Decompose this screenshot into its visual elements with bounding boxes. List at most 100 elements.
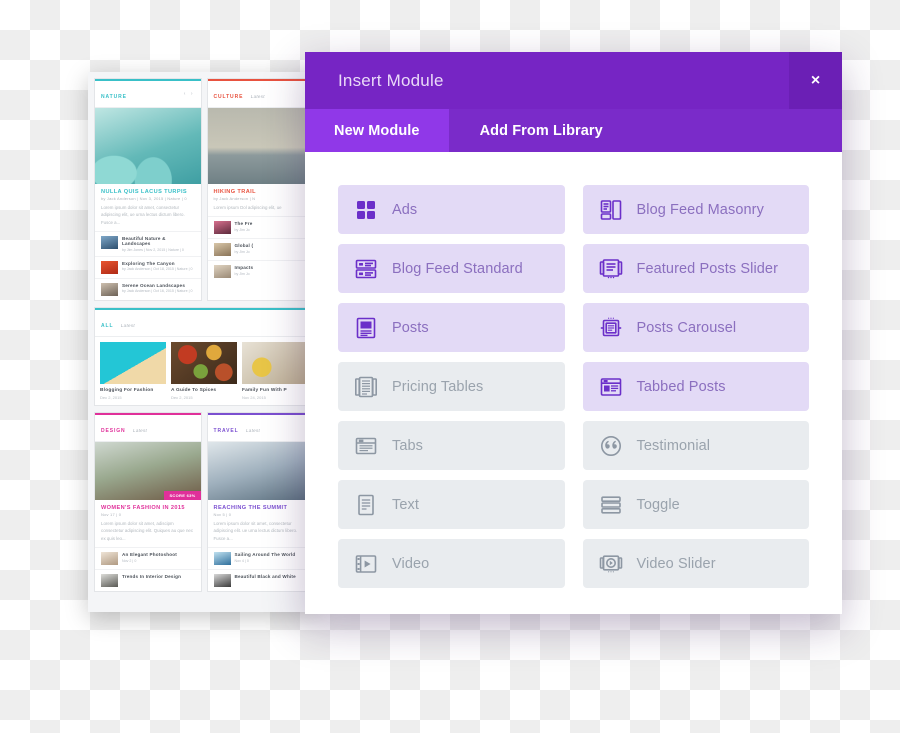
module-tile-posts[interactable]: Posts — [338, 303, 565, 352]
list-item-title: Global ( — [234, 243, 254, 249]
grid-card[interactable]: A Guide To Spices Dec 2, 2015 — [171, 341, 237, 400]
category-name: ALL — [101, 322, 114, 329]
grid-card[interactable]: Blogging For Fashion Dec 2, 2015 — [100, 341, 166, 400]
post-excerpt: Lorem ipsum dolor sit amet, consectetur … — [213, 520, 298, 541]
featured-image — [95, 108, 201, 184]
list-item-title: Impacts — [234, 265, 254, 271]
blog-card-nature: NATURE ‹ › NULLA QUIS LACUS TURPIS by Ja… — [94, 78, 202, 301]
category-header: ALL Latest — [95, 310, 313, 337]
category-sub: Latest — [133, 427, 148, 433]
list-item[interactable]: An Elegant Photoshoot Nov 2 | 0 — [95, 547, 201, 569]
category-name: DESIGN — [101, 427, 126, 434]
module-tile-label: Video Slider — [636, 555, 716, 572]
list-item-meta: by Jim Jo — [234, 271, 250, 276]
modal-header: Insert Module × — [305, 52, 842, 109]
stacked-bars-icon — [599, 493, 623, 517]
post-title[interactable]: REACHING THE SUMMIT — [208, 500, 314, 512]
thumbnail — [213, 221, 231, 235]
category-name: NATURE — [101, 94, 127, 100]
quote-circle-icon — [599, 434, 623, 458]
post-excerpt: Lorem ipsum dolor sit amet, adiscipm con… — [101, 520, 194, 541]
module-tile-label: Posts — [392, 319, 429, 336]
carousel-document-icon — [599, 316, 623, 340]
list-item[interactable]: Exploring The Canyon by Jack Anderson | … — [95, 255, 201, 278]
list-item[interactable]: Impacts by Jim Jo — [207, 260, 313, 282]
module-tile-video[interactable]: Video — [338, 539, 565, 588]
blog-card-design: DESIGN Latest SCORE 63% WOMEN'S FASHION … — [94, 411, 202, 593]
list-item-title: Exploring The Canyon — [122, 260, 175, 266]
grid-card[interactable]: Family Fun With P Nov 24, 2015 — [242, 341, 308, 400]
blog-card-all: ALL Latest Blogging For Fashion Dec 2, 2… — [94, 306, 314, 406]
close-icon[interactable]: × — [789, 52, 842, 109]
module-tile-text[interactable]: Text — [338, 480, 565, 529]
thumbnail — [213, 574, 231, 588]
post-meta: by Jack Anderson | Nov 3, 2015 | Nature … — [101, 196, 187, 201]
page-title: Insert Module — [338, 70, 444, 90]
list-item[interactable]: Beautiful Black and White — [207, 569, 313, 591]
module-tile-label: Blog Feed Standard — [392, 260, 523, 277]
list-item[interactable]: Trends In Interior Design — [95, 569, 201, 591]
post-excerpt: Lorem ipsum Dol adipiscing elit, ue — [213, 205, 282, 210]
module-tile-label: Video — [392, 555, 430, 572]
module-tile-posts-carousel[interactable]: Posts Carousel — [582, 303, 809, 352]
post-excerpt: Lorem ipsum dolor sit amet, consectetur … — [101, 205, 185, 225]
module-tile-label: Posts Carousel — [636, 319, 737, 336]
thumbnail — [101, 260, 118, 274]
category-sub: Latest — [245, 427, 261, 433]
list-item[interactable]: Beautiful Nature & Landscapes by Jim Jon… — [95, 231, 201, 256]
module-tile-tabs[interactable]: Tabs — [338, 421, 565, 470]
thumbnail — [101, 552, 118, 566]
thumbnail — [101, 282, 118, 296]
module-tile-label: Text — [392, 496, 419, 513]
list-rows-icon — [354, 257, 378, 281]
thumbnail — [100, 341, 166, 384]
list-item-meta: by Jim Jo — [234, 227, 250, 232]
module-tile-featured-posts-slider[interactable]: Featured Posts Slider — [582, 244, 809, 293]
category-sub: Latest — [250, 94, 265, 99]
post-title[interactable]: WOMEN'S FASHION IN 2015 — [95, 500, 201, 512]
module-tile-label: Blog Feed Masonry — [636, 201, 764, 218]
list-item[interactable]: Global ( by Jim Jo — [207, 238, 313, 260]
blog-card-travel: TRAVEL Latest REACHING THE SUMMIT Nov 5 … — [206, 411, 314, 593]
module-tile-toggle[interactable]: Toggle — [582, 480, 809, 529]
tabs-panel-icon — [354, 434, 378, 458]
list-item[interactable]: Serene Ocean Landscapes by Jack Anderson… — [95, 277, 201, 300]
module-tile-pricing-tables[interactable]: Pricing Tables — [338, 362, 565, 411]
grid-card-title: A Guide To Spices — [171, 387, 217, 393]
module-tile-label: Ads — [392, 201, 418, 218]
list-item-meta: by Jim Jo — [234, 249, 250, 254]
blog-row-featured: NATURE ‹ › NULLA QUIS LACUS TURPIS by Ja… — [94, 78, 314, 301]
post-title[interactable]: NULLA QUIS LACUS TURPIS — [95, 184, 201, 196]
list-item-meta: by Jack Anderson | Oct 18, 2015 | Nature… — [122, 267, 193, 272]
list-item-title: Beautiful Black and White — [234, 574, 296, 580]
list-item-title: The Fre — [234, 221, 253, 227]
document-block-icon — [354, 316, 378, 340]
module-tile-label: Tabs — [392, 437, 424, 454]
thumbnail — [213, 552, 231, 566]
tab-new-module[interactable]: New Module — [305, 109, 449, 152]
module-list: Ads Blog Feed Masonry Blog Feed Standard Fe… — [305, 152, 842, 614]
module-tile-testimonial[interactable]: Testimonial — [582, 421, 809, 470]
post-title[interactable]: HIKING TRAIL — [208, 184, 314, 196]
thumbnail — [171, 341, 237, 384]
thumbnail — [213, 243, 231, 257]
list-item-title: Sailing Around The World — [234, 552, 296, 558]
category-header: TRAVEL Latest — [207, 415, 313, 442]
thumbnail — [101, 236, 118, 250]
list-item[interactable]: Sailing Around The World Nov 4 | 0 — [207, 547, 313, 569]
module-tile-label: Testimonial — [636, 437, 711, 454]
tab-add-from-library[interactable]: Add From Library — [449, 109, 623, 152]
list-item-meta: by Jim Jones | Nov 2, 2015 | Nature | 0 — [122, 247, 184, 252]
module-tile-blog-feed-standard[interactable]: Blog Feed Standard — [338, 244, 565, 293]
module-tile-tabbed-posts[interactable]: Tabbed Posts — [582, 362, 809, 411]
module-tile-video-slider[interactable]: Video Slider — [582, 539, 809, 588]
pricing-columns-icon — [354, 375, 378, 399]
module-tile-label: Tabbed Posts — [636, 378, 726, 395]
carousel-arrows-icon[interactable]: ‹ › — [184, 91, 195, 97]
category-header: CULTURE Latest — [207, 81, 313, 108]
category-name: TRAVEL — [213, 427, 239, 434]
list-item[interactable]: The Fre by Jim Jo — [207, 216, 313, 238]
module-tile-blog-feed-masonry[interactable]: Blog Feed Masonry — [582, 185, 809, 234]
module-tile-label: Featured Posts Slider — [636, 260, 779, 277]
module-tile-ads[interactable]: Ads — [338, 185, 565, 234]
